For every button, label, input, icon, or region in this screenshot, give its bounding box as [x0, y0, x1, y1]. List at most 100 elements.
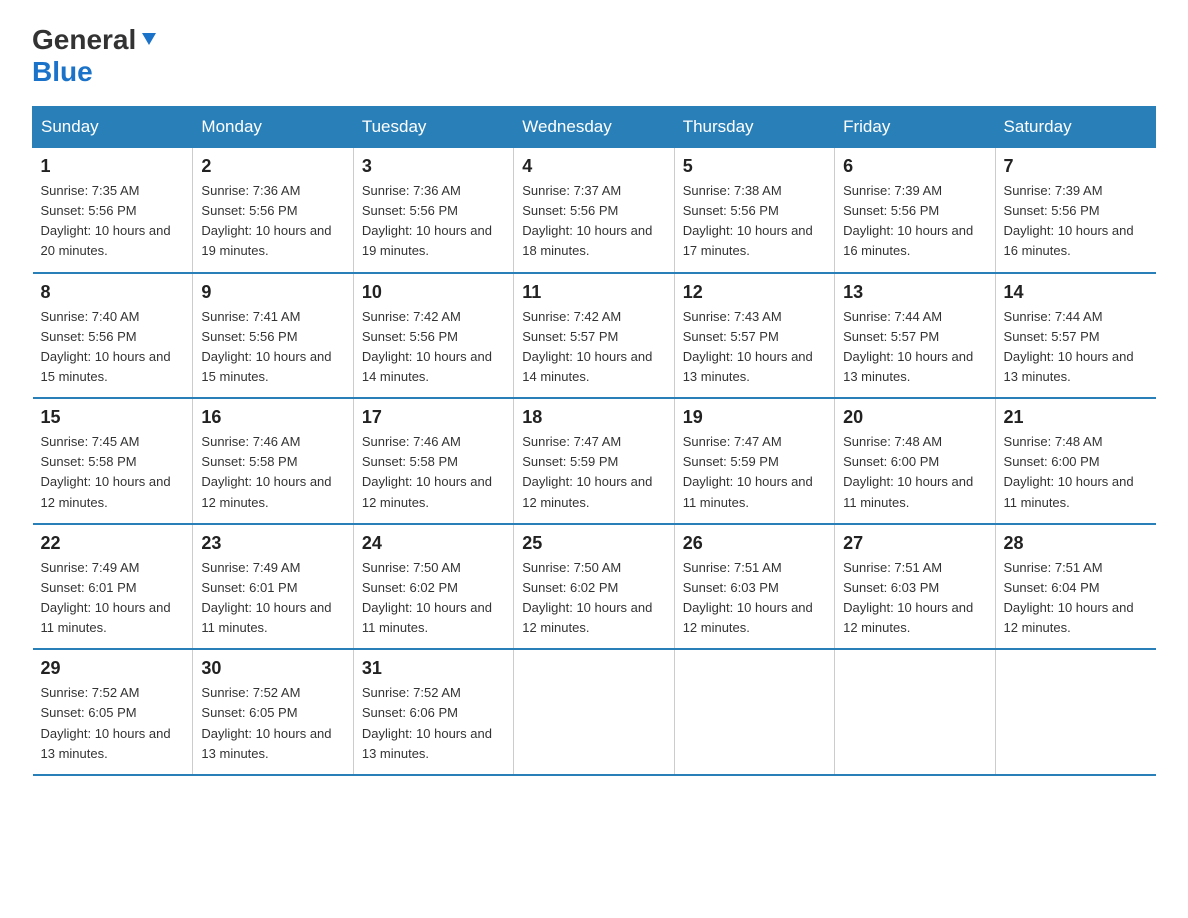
day-info: Sunrise: 7:50 AMSunset: 6:02 PMDaylight:… [522, 558, 665, 639]
day-number: 1 [41, 156, 185, 177]
header-friday: Friday [835, 107, 995, 148]
day-number: 11 [522, 282, 665, 303]
calendar-cell [514, 649, 674, 775]
calendar-cell: 18 Sunrise: 7:47 AMSunset: 5:59 PMDaylig… [514, 398, 674, 524]
calendar-cell: 4 Sunrise: 7:37 AMSunset: 5:56 PMDayligh… [514, 148, 674, 273]
calendar-cell: 8 Sunrise: 7:40 AMSunset: 5:56 PMDayligh… [33, 273, 193, 399]
week-row-5: 29 Sunrise: 7:52 AMSunset: 6:05 PMDaylig… [33, 649, 1156, 775]
calendar-cell: 10 Sunrise: 7:42 AMSunset: 5:56 PMDaylig… [353, 273, 513, 399]
day-info: Sunrise: 7:48 AMSunset: 6:00 PMDaylight:… [1004, 432, 1148, 513]
calendar-cell: 5 Sunrise: 7:38 AMSunset: 5:56 PMDayligh… [674, 148, 834, 273]
calendar-cell: 3 Sunrise: 7:36 AMSunset: 5:56 PMDayligh… [353, 148, 513, 273]
day-number: 22 [41, 533, 185, 554]
day-info: Sunrise: 7:41 AMSunset: 5:56 PMDaylight:… [201, 307, 344, 388]
calendar-cell: 30 Sunrise: 7:52 AMSunset: 6:05 PMDaylig… [193, 649, 353, 775]
day-info: Sunrise: 7:40 AMSunset: 5:56 PMDaylight:… [41, 307, 185, 388]
day-number: 3 [362, 156, 505, 177]
day-number: 30 [201, 658, 344, 679]
day-number: 4 [522, 156, 665, 177]
calendar-cell: 24 Sunrise: 7:50 AMSunset: 6:02 PMDaylig… [353, 524, 513, 650]
day-number: 12 [683, 282, 826, 303]
day-number: 24 [362, 533, 505, 554]
calendar-cell [674, 649, 834, 775]
day-number: 25 [522, 533, 665, 554]
day-info: Sunrise: 7:51 AMSunset: 6:04 PMDaylight:… [1004, 558, 1148, 639]
day-info: Sunrise: 7:42 AMSunset: 5:56 PMDaylight:… [362, 307, 505, 388]
calendar-table: SundayMondayTuesdayWednesdayThursdayFrid… [32, 106, 1156, 776]
day-info: Sunrise: 7:39 AMSunset: 5:56 PMDaylight:… [1004, 181, 1148, 262]
calendar-cell: 1 Sunrise: 7:35 AMSunset: 5:56 PMDayligh… [33, 148, 193, 273]
day-number: 31 [362, 658, 505, 679]
calendar-cell: 21 Sunrise: 7:48 AMSunset: 6:00 PMDaylig… [995, 398, 1155, 524]
calendar-cell: 17 Sunrise: 7:46 AMSunset: 5:58 PMDaylig… [353, 398, 513, 524]
calendar-cell: 11 Sunrise: 7:42 AMSunset: 5:57 PMDaylig… [514, 273, 674, 399]
day-info: Sunrise: 7:50 AMSunset: 6:02 PMDaylight:… [362, 558, 505, 639]
day-number: 8 [41, 282, 185, 303]
day-info: Sunrise: 7:43 AMSunset: 5:57 PMDaylight:… [683, 307, 826, 388]
day-info: Sunrise: 7:38 AMSunset: 5:56 PMDaylight:… [683, 181, 826, 262]
day-number: 20 [843, 407, 986, 428]
day-info: Sunrise: 7:46 AMSunset: 5:58 PMDaylight:… [362, 432, 505, 513]
day-info: Sunrise: 7:39 AMSunset: 5:56 PMDaylight:… [843, 181, 986, 262]
logo-general: General [32, 24, 136, 56]
week-row-1: 1 Sunrise: 7:35 AMSunset: 5:56 PMDayligh… [33, 148, 1156, 273]
day-number: 18 [522, 407, 665, 428]
day-number: 5 [683, 156, 826, 177]
day-number: 28 [1004, 533, 1148, 554]
day-number: 19 [683, 407, 826, 428]
day-number: 21 [1004, 407, 1148, 428]
day-info: Sunrise: 7:44 AMSunset: 5:57 PMDaylight:… [1004, 307, 1148, 388]
day-info: Sunrise: 7:36 AMSunset: 5:56 PMDaylight:… [201, 181, 344, 262]
header-tuesday: Tuesday [353, 107, 513, 148]
header-wednesday: Wednesday [514, 107, 674, 148]
day-info: Sunrise: 7:46 AMSunset: 5:58 PMDaylight:… [201, 432, 344, 513]
calendar-cell: 28 Sunrise: 7:51 AMSunset: 6:04 PMDaylig… [995, 524, 1155, 650]
header-sunday: Sunday [33, 107, 193, 148]
calendar-cell: 14 Sunrise: 7:44 AMSunset: 5:57 PMDaylig… [995, 273, 1155, 399]
calendar-cell: 6 Sunrise: 7:39 AMSunset: 5:56 PMDayligh… [835, 148, 995, 273]
calendar-cell: 26 Sunrise: 7:51 AMSunset: 6:03 PMDaylig… [674, 524, 834, 650]
day-info: Sunrise: 7:52 AMSunset: 6:05 PMDaylight:… [41, 683, 185, 764]
calendar-cell: 25 Sunrise: 7:50 AMSunset: 6:02 PMDaylig… [514, 524, 674, 650]
logo-arrow-icon [138, 27, 160, 49]
day-number: 26 [683, 533, 826, 554]
calendar-cell: 22 Sunrise: 7:49 AMSunset: 6:01 PMDaylig… [33, 524, 193, 650]
calendar-cell: 29 Sunrise: 7:52 AMSunset: 6:05 PMDaylig… [33, 649, 193, 775]
day-info: Sunrise: 7:49 AMSunset: 6:01 PMDaylight:… [41, 558, 185, 639]
calendar-header-row: SundayMondayTuesdayWednesdayThursdayFrid… [33, 107, 1156, 148]
day-info: Sunrise: 7:51 AMSunset: 6:03 PMDaylight:… [683, 558, 826, 639]
day-number: 7 [1004, 156, 1148, 177]
day-info: Sunrise: 7:35 AMSunset: 5:56 PMDaylight:… [41, 181, 185, 262]
day-info: Sunrise: 7:52 AMSunset: 6:06 PMDaylight:… [362, 683, 505, 764]
day-info: Sunrise: 7:47 AMSunset: 5:59 PMDaylight:… [683, 432, 826, 513]
day-number: 17 [362, 407, 505, 428]
day-info: Sunrise: 7:36 AMSunset: 5:56 PMDaylight:… [362, 181, 505, 262]
header-thursday: Thursday [674, 107, 834, 148]
week-row-4: 22 Sunrise: 7:49 AMSunset: 6:01 PMDaylig… [33, 524, 1156, 650]
day-number: 10 [362, 282, 505, 303]
day-number: 27 [843, 533, 986, 554]
header-saturday: Saturday [995, 107, 1155, 148]
day-number: 16 [201, 407, 344, 428]
calendar-cell: 9 Sunrise: 7:41 AMSunset: 5:56 PMDayligh… [193, 273, 353, 399]
day-info: Sunrise: 7:49 AMSunset: 6:01 PMDaylight:… [201, 558, 344, 639]
calendar-cell: 19 Sunrise: 7:47 AMSunset: 5:59 PMDaylig… [674, 398, 834, 524]
calendar-cell: 31 Sunrise: 7:52 AMSunset: 6:06 PMDaylig… [353, 649, 513, 775]
calendar-cell: 27 Sunrise: 7:51 AMSunset: 6:03 PMDaylig… [835, 524, 995, 650]
day-info: Sunrise: 7:42 AMSunset: 5:57 PMDaylight:… [522, 307, 665, 388]
week-row-3: 15 Sunrise: 7:45 AMSunset: 5:58 PMDaylig… [33, 398, 1156, 524]
calendar-cell: 15 Sunrise: 7:45 AMSunset: 5:58 PMDaylig… [33, 398, 193, 524]
calendar-cell: 7 Sunrise: 7:39 AMSunset: 5:56 PMDayligh… [995, 148, 1155, 273]
logo: General Blue [32, 24, 160, 86]
day-info: Sunrise: 7:47 AMSunset: 5:59 PMDaylight:… [522, 432, 665, 513]
day-info: Sunrise: 7:52 AMSunset: 6:05 PMDaylight:… [201, 683, 344, 764]
day-number: 14 [1004, 282, 1148, 303]
day-number: 9 [201, 282, 344, 303]
day-info: Sunrise: 7:48 AMSunset: 6:00 PMDaylight:… [843, 432, 986, 513]
page-header: General Blue [32, 24, 1156, 86]
day-number: 29 [41, 658, 185, 679]
calendar-cell [835, 649, 995, 775]
day-info: Sunrise: 7:44 AMSunset: 5:57 PMDaylight:… [843, 307, 986, 388]
day-info: Sunrise: 7:51 AMSunset: 6:03 PMDaylight:… [843, 558, 986, 639]
day-number: 2 [201, 156, 344, 177]
